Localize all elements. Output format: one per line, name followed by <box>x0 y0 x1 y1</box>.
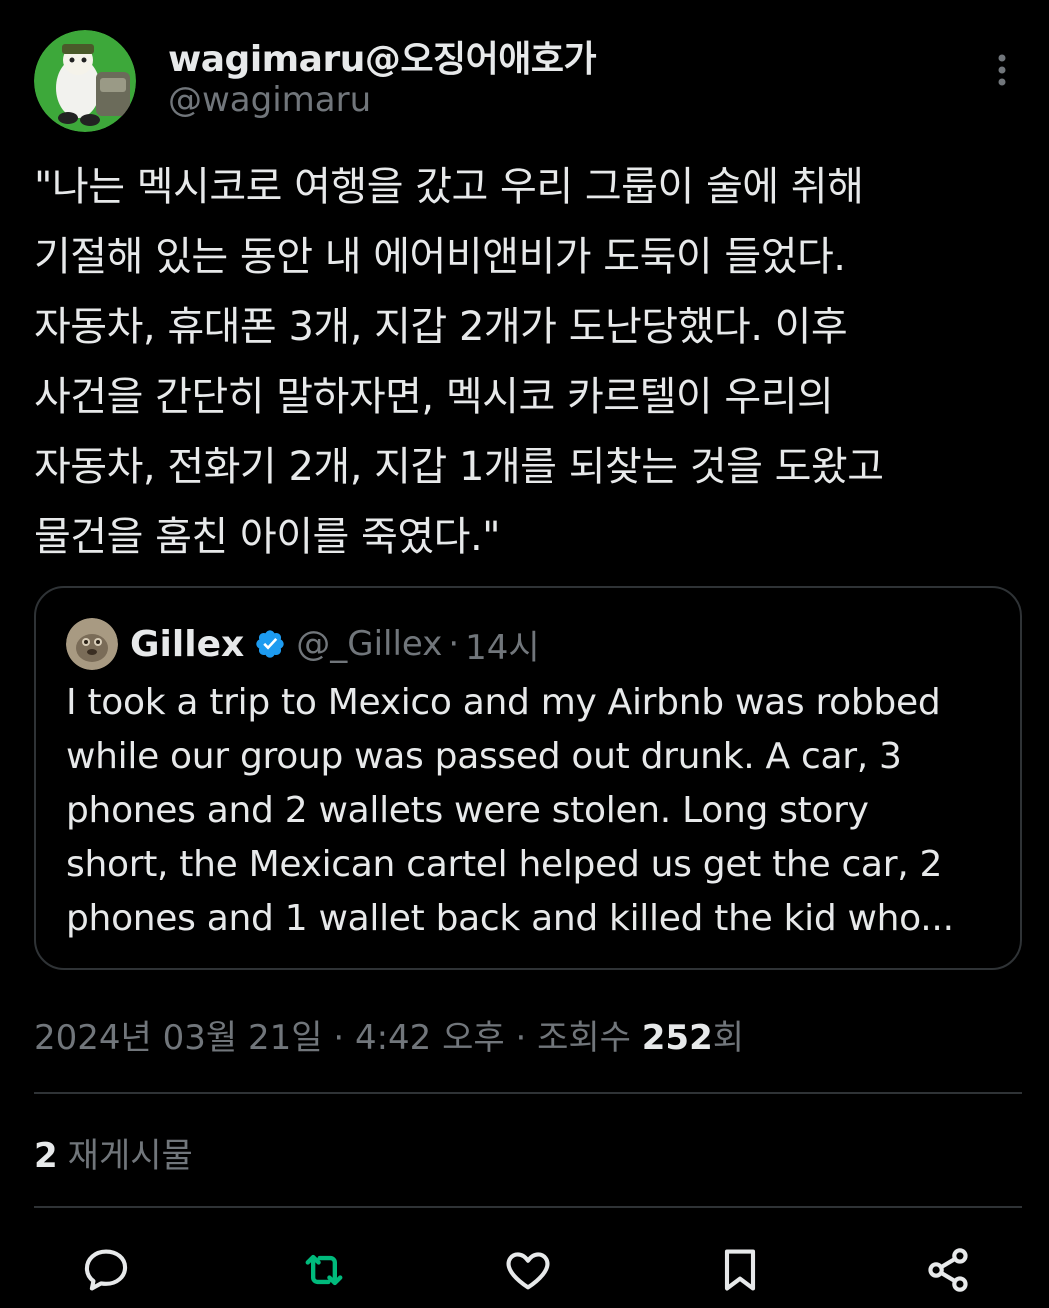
repost-count: 2 <box>34 1136 58 1176</box>
quoted-text-line: phones and 2 wallets were stolen. Long s… <box>66 790 869 831</box>
divider <box>34 1206 1022 1208</box>
share-icon[interactable] <box>922 1244 974 1296</box>
post-text: "나는 멕시코로 여행을 갔고 우리 그룹이 술에 취해 기절해 있는 동안 내… <box>34 152 1014 572</box>
post-time[interactable]: 4:42 오후 <box>355 1018 505 1058</box>
post-text-line: 기절해 있는 동안 내 에어비앤비가 도둑이 들었다. <box>34 234 846 280</box>
quoted-tweet-card[interactable]: Gillex @_Gillex · 14시 I took a trip to M… <box>34 586 1022 970</box>
post-metadata: 2024년 03월 21일 · 4:42 오후 · 조회수 252회 <box>34 1010 744 1059</box>
post-text-line: 자동차, 전화기 2개, 지갑 1개를 되찾는 것을 도왔고 <box>34 444 884 490</box>
author-avatar[interactable] <box>34 30 136 132</box>
tweet-post: wagimaru@오징어애호가 @wagimaru "나는 멕시코로 여행을 갔… <box>0 0 1049 1308</box>
author-display-name[interactable]: wagimaru@오징어애호가 <box>168 30 597 82</box>
quoted-text-line: while our group was passed out drunk. A … <box>66 736 902 777</box>
post-text-line: 물건을 훔친 아이를 죽였다." <box>34 514 501 560</box>
action-bar <box>0 1240 1049 1300</box>
separator-dot: · <box>515 1018 527 1058</box>
post-text-line: 자동차, 휴대폰 3개, 지갑 2개가 도난당했다. 이후 <box>34 304 848 350</box>
author-handle[interactable]: @wagimaru <box>168 80 371 120</box>
repost-label: 재게시물 <box>67 1136 193 1176</box>
separator-dot: · <box>448 624 460 664</box>
quoted-author-avatar[interactable] <box>66 618 118 670</box>
more-options-icon[interactable] <box>990 52 1014 92</box>
quoted-text-line: short, the Mexican cartel helped us get … <box>66 844 943 885</box>
views-count: 252 <box>641 1018 713 1058</box>
post-text-line: "나는 멕시코로 여행을 갔고 우리 그룹이 술에 취해 <box>34 164 864 210</box>
views-label: 조회수 <box>537 1018 631 1058</box>
like-icon[interactable] <box>502 1244 554 1296</box>
separator-dot: · <box>333 1018 345 1058</box>
views-suffix: 회 <box>712 1018 745 1058</box>
quoted-text-line: I took a trip to Mexico and my Airbnb wa… <box>66 682 941 723</box>
quoted-author-handle[interactable]: @_Gillex <box>296 624 442 664</box>
verified-badge-icon <box>254 628 286 660</box>
quoted-tweet-time[interactable]: 14시 <box>465 620 540 669</box>
repost-icon[interactable] <box>298 1244 350 1296</box>
post-date[interactable]: 2024년 03월 21일 <box>34 1018 323 1058</box>
quoted-text-line: phones and 1 wallet back and killed the … <box>66 898 954 939</box>
quoted-author-name[interactable]: Gillex <box>130 624 244 665</box>
divider <box>34 1092 1022 1094</box>
quoted-tweet-text: I took a trip to Mexico and my Airbnb wa… <box>66 676 1006 946</box>
repost-stats[interactable]: 2 재게시물 <box>34 1128 193 1177</box>
bookmark-icon[interactable] <box>714 1244 766 1296</box>
post-text-line: 사건을 간단히 말하자면, 멕시코 카르텔이 우리의 <box>34 374 834 420</box>
reply-icon[interactable] <box>80 1244 132 1296</box>
quoted-tweet-header: Gillex @_Gillex · 14시 <box>130 618 540 670</box>
